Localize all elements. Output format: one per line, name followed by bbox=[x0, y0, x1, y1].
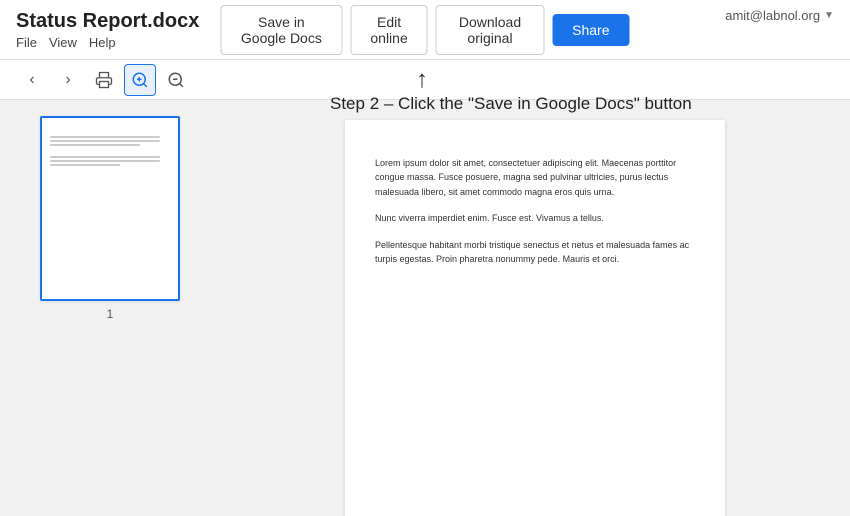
toolbar-buttons: Save in Google Docs Edit online Download… bbox=[221, 5, 630, 55]
doc-paragraph-1: Lorem ipsum dolor sit amet, consectetuer… bbox=[375, 156, 695, 199]
doc-title: Status Report.docx bbox=[16, 10, 199, 33]
document-area: Lorem ipsum dolor sit amet, consectetuer… bbox=[220, 100, 850, 516]
thumbnail-panel: 1 bbox=[0, 100, 220, 516]
page-thumbnail[interactable] bbox=[40, 116, 180, 301]
menu-bar: File View Help bbox=[16, 35, 199, 50]
save-google-docs-button[interactable]: Save in Google Docs bbox=[221, 5, 343, 55]
download-original-button[interactable]: Download original bbox=[436, 5, 544, 55]
thumb-line bbox=[50, 156, 160, 158]
doc-paragraph-3: Pellentesque habitant morbi tristique se… bbox=[375, 238, 695, 267]
menu-file[interactable]: File bbox=[16, 35, 37, 50]
user-info: amit@labnol.org ▼ bbox=[725, 8, 834, 23]
main-area: 1 Lorem ipsum dolor sit amet, consectetu… bbox=[0, 100, 850, 516]
secondary-toolbar: ‹ › ↑ Step 2 – Click the "Save in Google… bbox=[0, 60, 850, 100]
thumb-line bbox=[50, 144, 140, 146]
annotation-arrow: ↑ bbox=[416, 67, 428, 93]
edit-online-button[interactable]: Edit online bbox=[350, 5, 428, 55]
thumbnail-wrapper: 1 bbox=[40, 116, 180, 321]
menu-help[interactable]: Help bbox=[89, 35, 116, 50]
navigate-prev-button[interactable]: ‹ bbox=[16, 64, 48, 96]
page-number: 1 bbox=[107, 307, 114, 321]
menu-view[interactable]: View bbox=[49, 35, 77, 50]
thumb-line bbox=[50, 164, 120, 166]
top-bar: Status Report.docx File View Help Save i… bbox=[0, 0, 850, 60]
print-button[interactable] bbox=[88, 64, 120, 96]
document-page: Lorem ipsum dolor sit amet, consectetuer… bbox=[345, 120, 725, 516]
doc-paragraph-2: Nunc viverra imperdiet enim. Fusce est. … bbox=[375, 211, 695, 225]
zoom-in-button[interactable] bbox=[124, 64, 156, 96]
thumb-line bbox=[50, 140, 160, 142]
thumb-lines bbox=[50, 136, 170, 166]
share-button[interactable]: Share bbox=[552, 14, 629, 46]
zoom-out-button[interactable] bbox=[160, 64, 192, 96]
thumb-line bbox=[50, 160, 160, 162]
navigate-next-button[interactable]: › bbox=[52, 64, 84, 96]
thumb-line bbox=[50, 136, 160, 138]
user-dropdown-arrow[interactable]: ▼ bbox=[824, 10, 834, 21]
title-section: Status Report.docx File View Help bbox=[16, 10, 199, 50]
user-email: amit@labnol.org bbox=[725, 8, 820, 23]
